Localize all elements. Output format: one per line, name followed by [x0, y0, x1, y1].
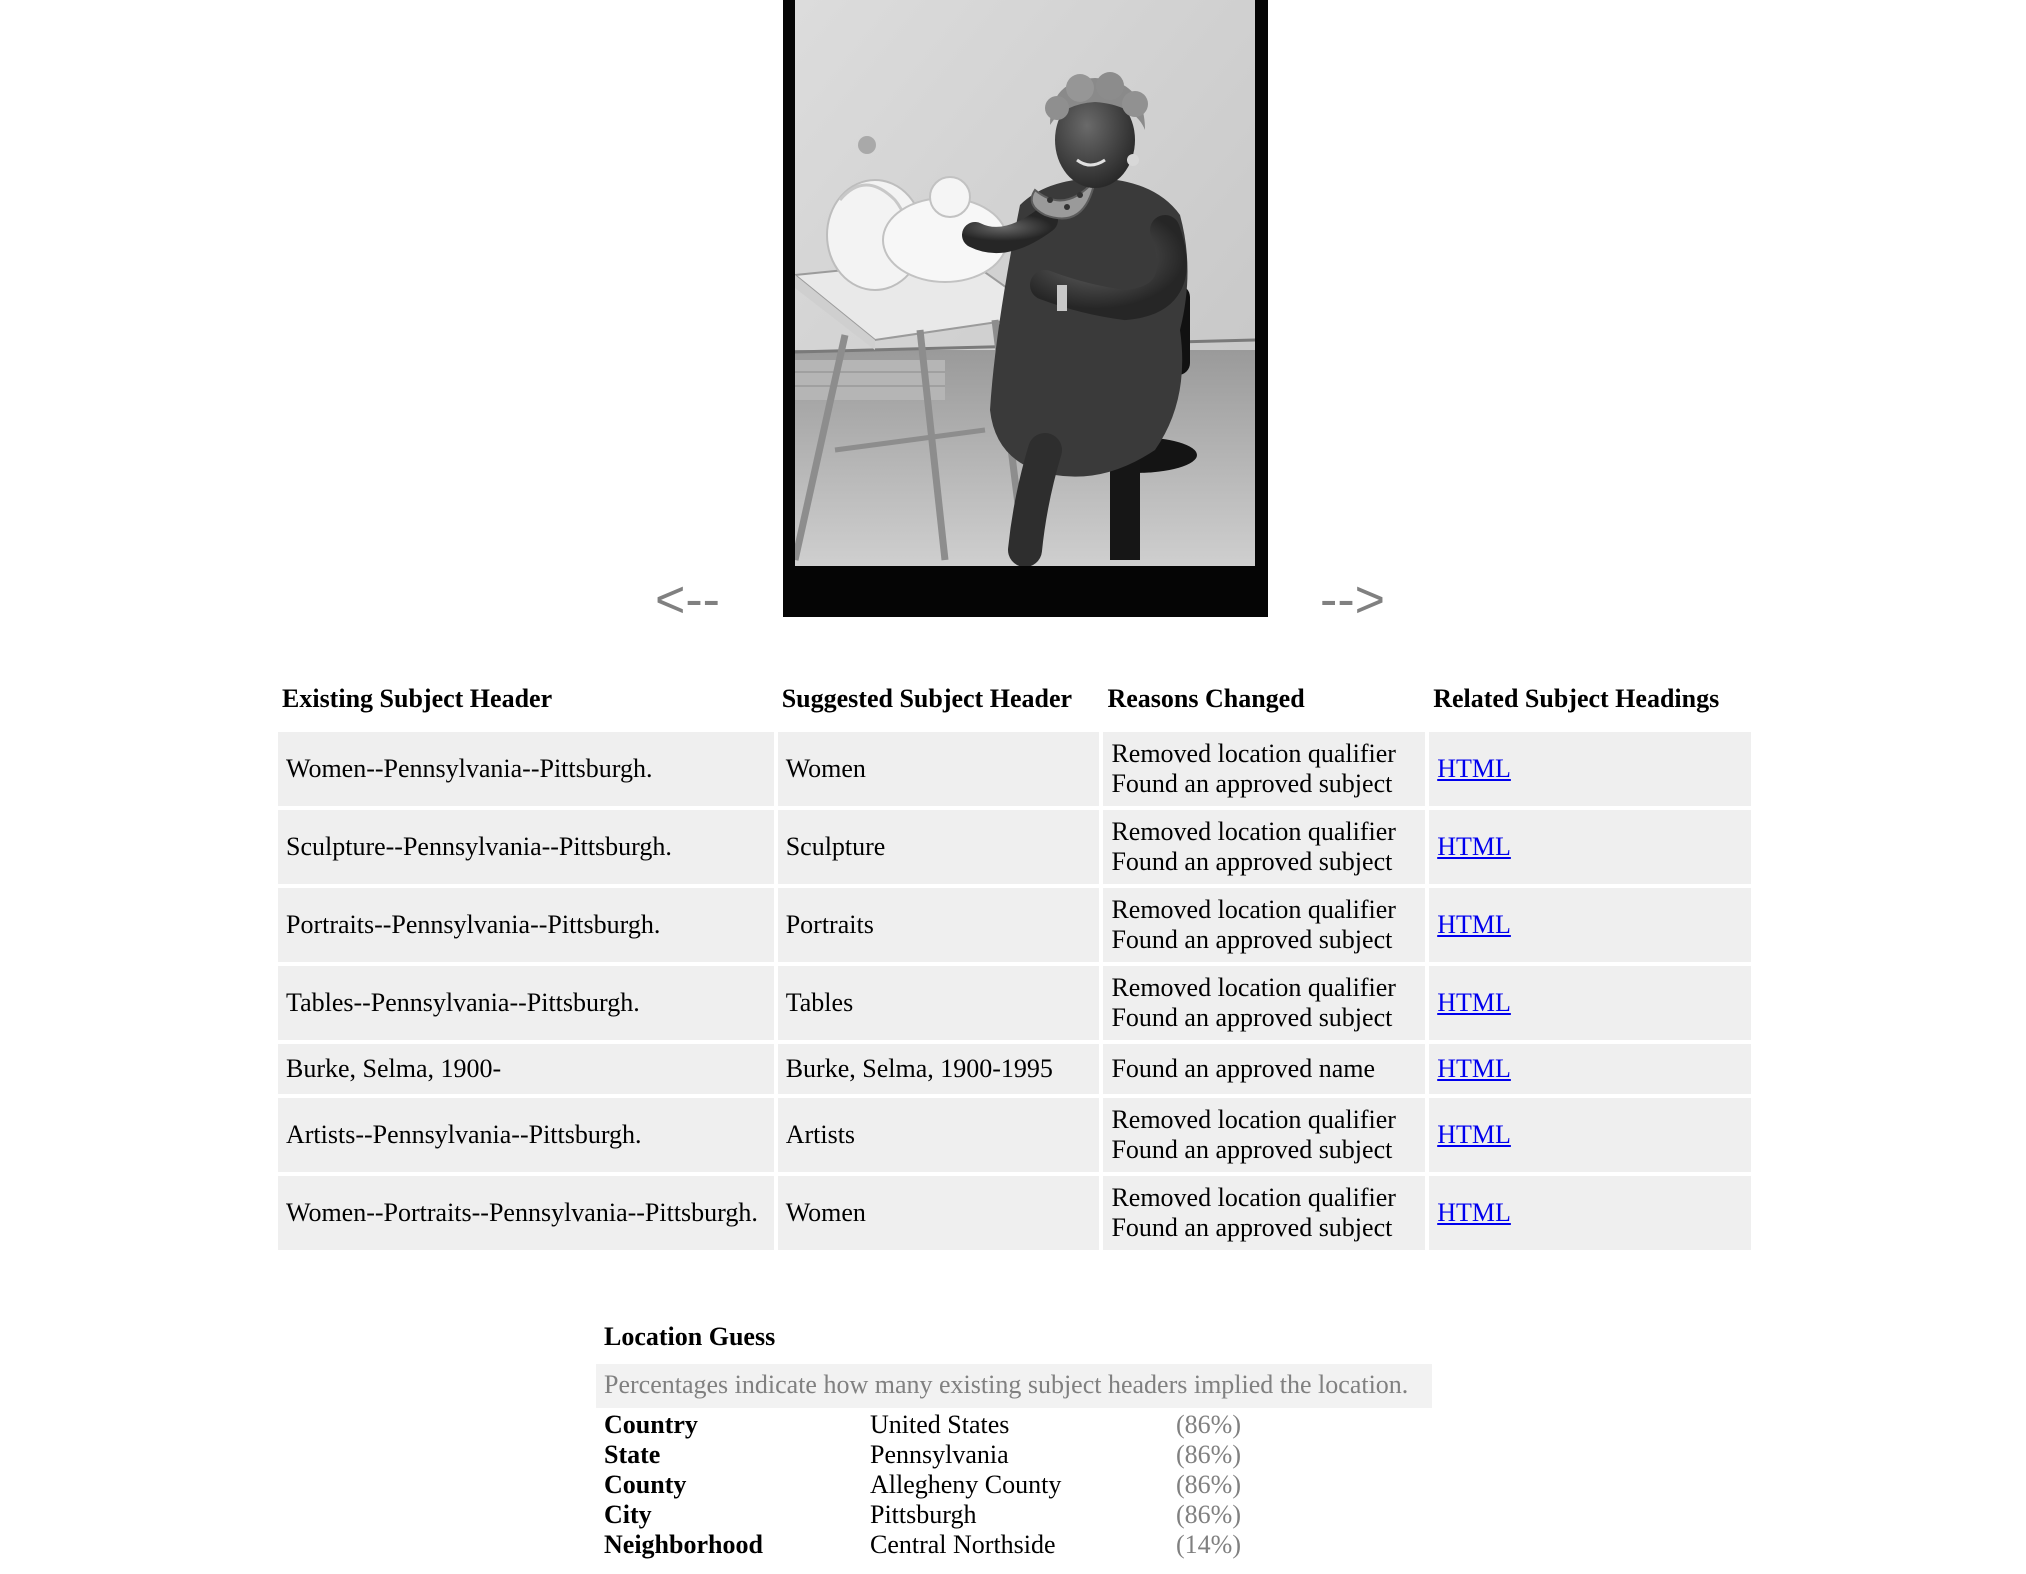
existing-subject-cell: Burke, Selma, 1900-: [278, 1044, 774, 1094]
reason-text: Removed location qualifier: [1111, 895, 1396, 924]
location-label: Neighborhood: [604, 1530, 763, 1559]
location-value: United States: [870, 1410, 1010, 1439]
table-row: Portraits--Pennsylvania--Pittsburgh. Por…: [278, 888, 1751, 962]
location-percentage: (86%): [1176, 1410, 1241, 1439]
suggested-subject-cell: Tables: [777, 966, 1100, 1040]
reason-text: Found an approved subject: [1111, 1003, 1393, 1032]
location-label: County: [604, 1470, 687, 1499]
table-row: Artists--Pennsylvania--Pittsburgh. Artis…: [278, 1098, 1751, 1172]
related-headings-cell: HTML: [1429, 1176, 1751, 1250]
subject-headers-table: Existing Subject Header Suggested Subjec…: [274, 672, 1755, 1254]
column-header-related: Related Subject Headings: [1433, 684, 1720, 713]
photo-negative-frame: [783, 0, 1268, 617]
location-row-neighborhood: Neighborhood Central Northside (14%): [604, 1530, 1432, 1560]
suggested-subject-cell: Artists: [777, 1098, 1100, 1172]
related-headings-cell: HTML: [1429, 810, 1751, 884]
existing-subject-cell: Women--Portraits--Pennsylvania--Pittsbur…: [278, 1176, 774, 1250]
reason-text: Found an approved subject: [1111, 1213, 1393, 1242]
location-label: Country: [604, 1410, 698, 1439]
reason-text: Found an approved subject: [1111, 847, 1393, 876]
column-header-suggested: Suggested Subject Header: [781, 684, 1073, 713]
location-value: Allegheny County: [870, 1470, 1062, 1499]
location-row-county: County Allegheny County (86%): [604, 1470, 1432, 1500]
location-percentage: (86%): [1176, 1440, 1241, 1469]
reason-text: Removed location qualifier: [1111, 1105, 1396, 1134]
reason-text: Found an approved subject: [1111, 769, 1393, 798]
table-row: Tables--Pennsylvania--Pittsburgh. Tables…: [278, 966, 1751, 1040]
existing-subject-cell: Artists--Pennsylvania--Pittsburgh.: [278, 1098, 774, 1172]
related-headings-html-link[interactable]: HTML: [1437, 1198, 1511, 1227]
existing-subject-cell: Sculpture--Pennsylvania--Pittsburgh.: [278, 810, 774, 884]
related-headings-html-link[interactable]: HTML: [1437, 988, 1511, 1017]
reason-text: Removed location qualifier: [1111, 739, 1396, 768]
location-guess-panel: Location Guess Percentages indicate how …: [596, 1322, 1432, 1560]
suggested-subject-cell: Sculpture: [777, 810, 1100, 884]
existing-subject-cell: Women--Pennsylvania--Pittsburgh.: [278, 732, 774, 806]
table-row: Women--Portraits--Pennsylvania--Pittsbur…: [278, 1176, 1751, 1250]
reasons-cell: Removed location qualifier Found an appr…: [1103, 1176, 1426, 1250]
reason-text: Found an approved subject: [1111, 925, 1393, 954]
location-value: Pittsburgh: [870, 1500, 977, 1529]
table-row: Burke, Selma, 1900- Burke, Selma, 1900-1…: [278, 1044, 1751, 1094]
column-header-existing: Existing Subject Header: [282, 684, 553, 713]
next-photo-link[interactable]: -->: [1320, 572, 1385, 628]
reason-text: Removed location qualifier: [1111, 1183, 1396, 1212]
suggested-subject-cell: Portraits: [777, 888, 1100, 962]
location-guess-note: Percentages indicate how many existing s…: [596, 1364, 1432, 1408]
related-headings-cell: HTML: [1429, 1044, 1751, 1094]
archival-photograph: [795, 0, 1255, 566]
previous-photo-link[interactable]: <--: [655, 572, 720, 628]
table-header-row: Existing Subject Header Suggested Subjec…: [278, 676, 1751, 728]
related-headings-html-link[interactable]: HTML: [1437, 910, 1511, 939]
location-row-city: City Pittsburgh (86%): [604, 1500, 1432, 1530]
table-row: Women--Pennsylvania--Pittsburgh. Women R…: [278, 732, 1751, 806]
reason-text: Removed location qualifier: [1111, 817, 1396, 846]
existing-subject-cell: Portraits--Pennsylvania--Pittsburgh.: [278, 888, 774, 962]
reasons-cell: Removed location qualifier Found an appr…: [1103, 732, 1426, 806]
location-percentage: (86%): [1176, 1470, 1241, 1499]
location-value: Central Northside: [870, 1530, 1056, 1559]
reasons-cell: Found an approved name: [1103, 1044, 1426, 1094]
reasons-cell: Removed location qualifier Found an appr…: [1103, 1098, 1426, 1172]
column-header-reasons: Reasons Changed: [1107, 684, 1305, 713]
related-headings-html-link[interactable]: HTML: [1437, 1054, 1511, 1083]
location-row-country: Country United States (86%): [604, 1410, 1432, 1440]
existing-subject-cell: Tables--Pennsylvania--Pittsburgh.: [278, 966, 774, 1040]
location-percentage: (14%): [1176, 1530, 1241, 1559]
location-percentage: (86%): [1176, 1500, 1241, 1529]
location-label: City: [604, 1500, 652, 1529]
reasons-cell: Removed location qualifier Found an appr…: [1103, 966, 1426, 1040]
related-headings-html-link[interactable]: HTML: [1437, 1120, 1511, 1149]
location-guess-list: Country United States (86%) State Pennsy…: [596, 1410, 1432, 1560]
related-headings-html-link[interactable]: HTML: [1437, 754, 1511, 783]
suggested-subject-cell: Women: [777, 1176, 1100, 1250]
related-headings-cell: HTML: [1429, 1098, 1751, 1172]
reasons-cell: Removed location qualifier Found an appr…: [1103, 888, 1426, 962]
related-headings-cell: HTML: [1429, 732, 1751, 806]
photo-illustration: [795, 0, 1255, 566]
related-headings-cell: HTML: [1429, 966, 1751, 1040]
location-guess-title: Location Guess: [604, 1322, 776, 1351]
suggested-subject-cell: Women: [777, 732, 1100, 806]
reason-text: Found an approved name: [1111, 1054, 1375, 1083]
suggested-subject-cell: Burke, Selma, 1900-1995: [777, 1044, 1100, 1094]
photo-viewer: <-- -->: [0, 0, 2026, 628]
related-headings-cell: HTML: [1429, 888, 1751, 962]
reason-text: Removed location qualifier: [1111, 973, 1396, 1002]
location-value: Pennsylvania: [870, 1440, 1009, 1469]
reasons-cell: Removed location qualifier Found an appr…: [1103, 810, 1426, 884]
reason-text: Found an approved subject: [1111, 1135, 1393, 1164]
table-row: Sculpture--Pennsylvania--Pittsburgh. Scu…: [278, 810, 1751, 884]
location-row-state: State Pennsylvania (86%): [604, 1440, 1432, 1470]
location-label: State: [604, 1440, 661, 1469]
related-headings-html-link[interactable]: HTML: [1437, 832, 1511, 861]
